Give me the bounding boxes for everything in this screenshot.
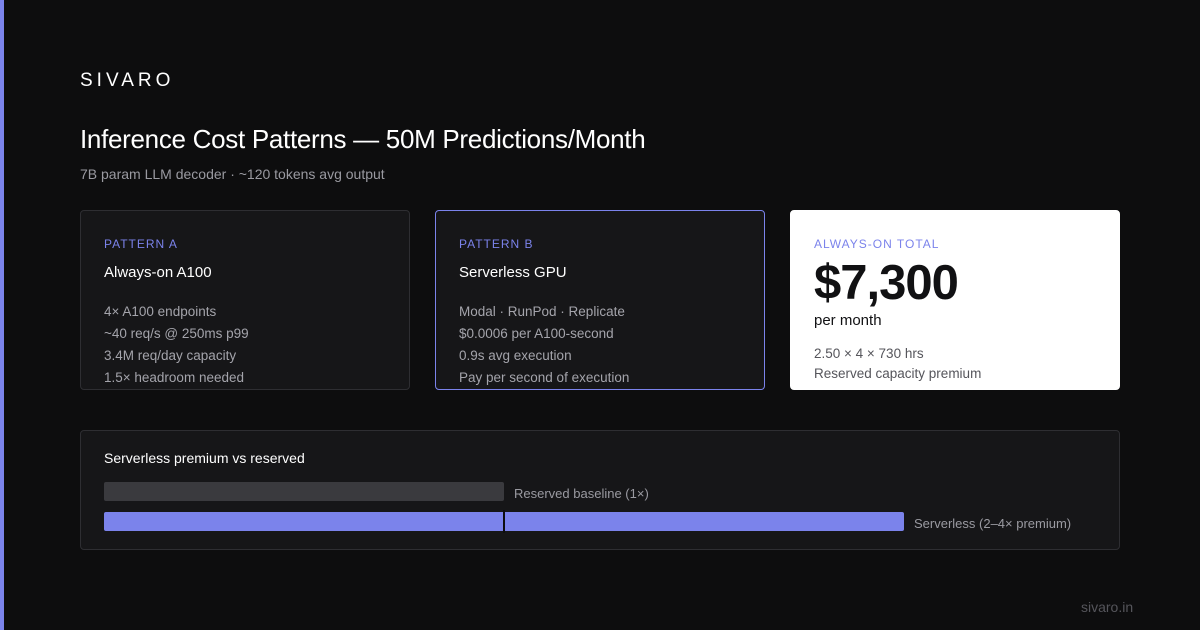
total-detail-line: Reserved capacity premium bbox=[814, 366, 982, 381]
card-details: Modal · RunPod · Replicate $0.0006 per A… bbox=[459, 301, 741, 389]
baseline-marker bbox=[503, 510, 505, 533]
total-details: 2.50 × 4 × 730 hrs Reserved capacity pre… bbox=[814, 344, 1096, 384]
pattern-a-card: PATTERN A Always-on A100 4× A100 endpoin… bbox=[80, 210, 410, 390]
page-title: Inference Cost Patterns — 50M Prediction… bbox=[80, 124, 646, 154]
card-label: PATTERN B bbox=[459, 237, 534, 251]
premium-comparison-panel: Serverless premium vs reserved Reserved … bbox=[80, 430, 1120, 550]
card-detail-line: 1.5× headroom needed bbox=[104, 370, 244, 385]
card-detail-line: Modal · RunPod · Replicate bbox=[459, 304, 625, 319]
reserved-baseline-bar bbox=[104, 482, 504, 501]
page-subtitle: 7B param LLM decoder · ~120 tokens avg o… bbox=[80, 166, 385, 182]
card-detail-line: 3.4M req/day capacity bbox=[104, 348, 237, 363]
card-detail-line: 0.9s avg execution bbox=[459, 348, 572, 363]
brand-logo: SIVARO bbox=[80, 70, 175, 91]
pattern-b-card: PATTERN B Serverless GPU Modal · RunPod … bbox=[435, 210, 765, 390]
accent-bar bbox=[0, 0, 4, 630]
serverless-premium-label: Serverless (2–4× premium) bbox=[914, 516, 1072, 531]
card-title: Serverless GPU bbox=[459, 264, 567, 281]
card-title: Always-on A100 bbox=[104, 264, 212, 281]
always-on-total-card: ALWAYS-ON TOTAL $7,300 per month 2.50 × … bbox=[790, 210, 1120, 390]
total-label: ALWAYS-ON TOTAL bbox=[814, 237, 940, 251]
card-details: 4× A100 endpoints ~40 req/s @ 250ms p99 … bbox=[104, 301, 386, 389]
total-unit: per month bbox=[814, 312, 882, 329]
card-label: PATTERN A bbox=[104, 237, 178, 251]
card-detail-line: 4× A100 endpoints bbox=[104, 304, 217, 319]
total-value: $7,300 bbox=[814, 256, 959, 310]
footer-domain: sivaro.in bbox=[1081, 599, 1134, 615]
comparison-title: Serverless premium vs reserved bbox=[104, 450, 305, 466]
card-detail-line: $0.0006 per A100-second bbox=[459, 326, 614, 341]
reserved-baseline-label: Reserved baseline (1×) bbox=[514, 486, 649, 501]
card-detail-line: ~40 req/s @ 250ms p99 bbox=[104, 326, 249, 341]
card-detail-line: Pay per second of execution bbox=[459, 370, 630, 385]
total-detail-line: 2.50 × 4 × 730 hrs bbox=[814, 346, 924, 361]
